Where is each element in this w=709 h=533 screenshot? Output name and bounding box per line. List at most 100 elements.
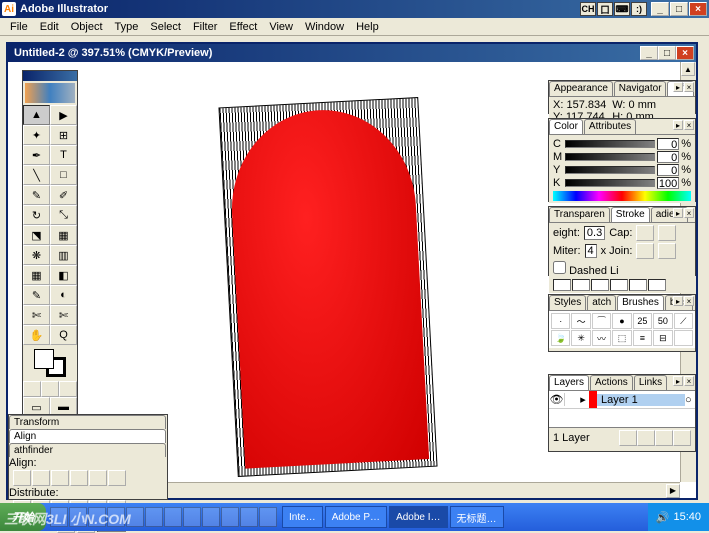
dash2-field[interactable]: [591, 279, 609, 291]
doc-minimize-button[interactable]: _: [640, 46, 658, 60]
rotate-tool[interactable]: ↻: [23, 205, 50, 225]
selection-tool[interactable]: ▲: [23, 105, 50, 125]
menu-effect[interactable]: Effect: [223, 19, 263, 35]
color-mode-button[interactable]: [23, 381, 41, 397]
ql-item[interactable]: [164, 507, 182, 527]
make-clip-icon[interactable]: [619, 430, 637, 446]
brush-item[interactable]: ·: [551, 313, 570, 329]
blend-tool[interactable]: ◐: [50, 285, 77, 305]
menu-help[interactable]: Help: [350, 19, 385, 35]
new-layer-icon[interactable]: [655, 430, 673, 446]
menu-select[interactable]: Select: [144, 19, 187, 35]
scale-tool[interactable]: ⤡: [50, 205, 77, 225]
menu-filter[interactable]: Filter: [187, 19, 223, 35]
dashed-checkbox[interactable]: [553, 261, 566, 274]
hand-tool[interactable]: ✋: [23, 325, 50, 345]
panel-close-icon[interactable]: ×: [684, 208, 694, 218]
ime-kbd-icon[interactable]: ⌨: [614, 2, 630, 16]
lasso-tool[interactable]: ⊞: [50, 125, 77, 145]
pencil-tool[interactable]: ✐: [50, 185, 77, 205]
ql-item[interactable]: [259, 507, 277, 527]
task-button[interactable]: Adobe P…: [325, 506, 387, 528]
direct-selection-tool[interactable]: ▶: [50, 105, 77, 125]
tab-pathfinder[interactable]: athfinder: [9, 443, 166, 457]
brush-item[interactable]: 〜: [571, 313, 590, 329]
artwork[interactable]: [218, 97, 437, 477]
panel-close-icon[interactable]: ×: [684, 120, 694, 130]
fill-color-well[interactable]: [34, 349, 54, 369]
symbol-sprayer-tool[interactable]: ❋: [23, 245, 50, 265]
ime-pad-icon[interactable]: 囗: [597, 2, 613, 16]
tab-transparency[interactable]: Transparen: [549, 207, 610, 222]
panel-menu-icon[interactable]: ▸: [673, 376, 683, 386]
menu-type[interactable]: Type: [109, 19, 145, 35]
gap-field[interactable]: [572, 279, 590, 291]
ql-item[interactable]: [145, 507, 163, 527]
toolbox-grip[interactable]: [23, 71, 77, 81]
tab-appearance[interactable]: Appearance: [549, 81, 613, 96]
none-mode-button[interactable]: [59, 381, 77, 397]
new-sublayer-icon[interactable]: [637, 430, 655, 446]
dash-field[interactable]: [553, 279, 571, 291]
task-button[interactable]: Inte…: [282, 506, 323, 528]
brush-item[interactable]: ⬚: [612, 330, 631, 346]
warp-tool[interactable]: ⬔: [23, 225, 50, 245]
brush-item[interactable]: [674, 330, 693, 346]
magic-wand-tool[interactable]: ✦: [23, 125, 50, 145]
scroll-right-icon[interactable]: ▶: [666, 484, 680, 498]
mesh-tool[interactable]: ▦: [23, 265, 50, 285]
doc-close-button[interactable]: ×: [676, 46, 694, 60]
brush-item[interactable]: ⟋: [674, 313, 693, 329]
menu-window[interactable]: Window: [299, 19, 350, 35]
ql-item[interactable]: [183, 507, 201, 527]
task-button[interactable]: 无标题…: [450, 506, 504, 528]
panel-menu-icon[interactable]: ▸: [673, 82, 683, 92]
close-button[interactable]: ×: [689, 2, 707, 16]
align-bottom-icon[interactable]: [108, 470, 126, 486]
k-slider[interactable]: [565, 179, 655, 187]
gap2-field[interactable]: [610, 279, 628, 291]
zoom-tool[interactable]: Q: [50, 325, 77, 345]
paintbrush-tool[interactable]: ✎: [23, 185, 50, 205]
panel-close-icon[interactable]: ×: [684, 296, 694, 306]
align-hcenter-icon[interactable]: [32, 470, 50, 486]
tab-color[interactable]: Color: [549, 119, 583, 134]
ql-item[interactable]: [202, 507, 220, 527]
weight-field[interactable]: 0.3: [584, 226, 605, 240]
tab-actions[interactable]: Actions: [590, 375, 633, 390]
cap-round-icon[interactable]: [658, 225, 676, 241]
brush-item[interactable]: 50: [653, 313, 672, 329]
layer-expand-icon[interactable]: ▸: [577, 393, 589, 406]
scroll-up-icon[interactable]: ▲: [681, 62, 695, 76]
slice-tool[interactable]: ✄: [23, 305, 50, 325]
task-button-active[interactable]: Adobe I…: [389, 506, 447, 528]
cap-butt-icon[interactable]: [636, 225, 654, 241]
tab-links[interactable]: Links: [634, 375, 667, 390]
m-value[interactable]: 0: [657, 151, 679, 163]
join-miter-icon[interactable]: [636, 243, 654, 259]
tab-stroke[interactable]: Stroke: [611, 207, 650, 222]
graph-tool[interactable]: ▥: [50, 245, 77, 265]
menu-edit[interactable]: Edit: [34, 19, 65, 35]
type-tool[interactable]: T: [50, 145, 77, 165]
c-slider[interactable]: [565, 140, 655, 148]
panel-menu-icon[interactable]: ▸: [673, 208, 683, 218]
m-slider[interactable]: [565, 153, 655, 161]
ql-item[interactable]: [221, 507, 239, 527]
align-right-icon[interactable]: [51, 470, 69, 486]
delete-layer-icon[interactable]: [673, 430, 691, 446]
join-round-icon[interactable]: [658, 243, 676, 259]
panel-menu-icon[interactable]: ▸: [673, 296, 683, 306]
tab-transform[interactable]: Transform: [9, 415, 166, 429]
doc-maximize-button[interactable]: □: [658, 46, 676, 60]
system-tray[interactable]: 🔊 15:40: [648, 503, 709, 531]
dash3-field[interactable]: [629, 279, 647, 291]
menu-object[interactable]: Object: [65, 19, 109, 35]
brush-item[interactable]: ⁀: [592, 313, 611, 329]
brush-item[interactable]: 🍃: [551, 330, 570, 346]
layer-target-icon[interactable]: ○: [685, 394, 695, 406]
brush-item[interactable]: 〰: [592, 330, 611, 346]
c-value[interactable]: 0: [657, 138, 679, 150]
k-value[interactable]: 100: [657, 177, 679, 189]
brush-item[interactable]: 25: [633, 313, 652, 329]
